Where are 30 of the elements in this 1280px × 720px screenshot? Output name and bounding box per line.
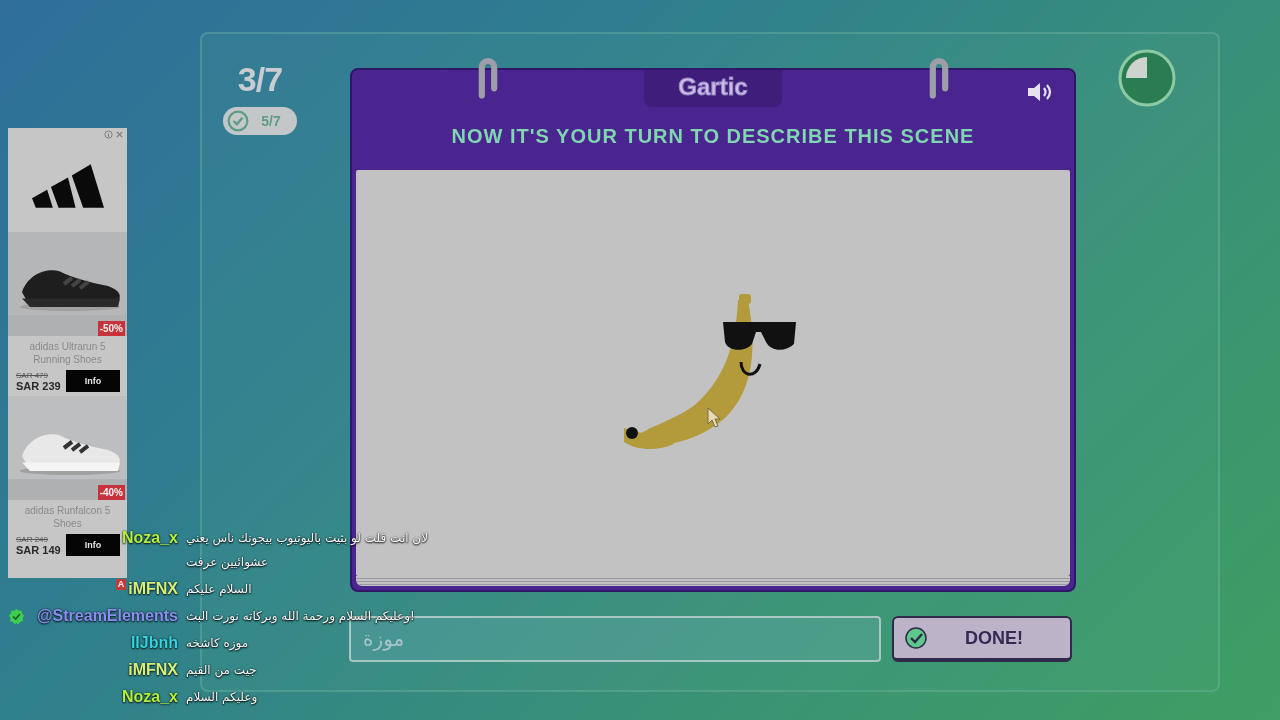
instruction-title: NOW IT'S YOUR TURN TO DESCRIBE THIS SCENE [451, 125, 975, 148]
discount-tag: -50% [97, 321, 125, 336]
chat-message: جيت من القيم [186, 662, 257, 680]
done-count: 5/7 [261, 113, 281, 129]
price: SAR 149 [16, 543, 61, 556]
cursor-icon [707, 407, 721, 428]
chat-message: وعليكم السلام [186, 689, 258, 707]
info-button[interactable]: Info [66, 534, 120, 556]
check-icon [227, 110, 250, 132]
product-name: adidas Runfalcon 5 Shoes [23, 504, 112, 531]
stripes-logo-icon [31, 164, 104, 208]
logo: Gartic [678, 73, 748, 100]
chat-username: IIJbnh [130, 633, 178, 653]
price: SAR 239 [16, 379, 61, 392]
round-counter: 3/7 [237, 60, 283, 99]
chat-username: Noza_x [121, 687, 178, 707]
chat-username: iMFNX [128, 660, 178, 680]
check-icon [904, 626, 928, 650]
old-price: SAR 249 [16, 534, 50, 544]
chat-message: موزه كاشخه [186, 635, 249, 653]
discount-tag: -40% [97, 485, 125, 500]
chat-message: السلام عليكم [186, 581, 252, 598]
chat-username: iMFNX [128, 579, 178, 599]
chat-username: @StreamElements [37, 606, 178, 626]
user-badge: A [115, 579, 127, 590]
info-button[interactable]: Info [66, 370, 120, 392]
done-button[interactable]: DONE! [892, 616, 1072, 662]
close-icon[interactable] [115, 130, 124, 139]
old-price: SAR 479 [16, 370, 50, 380]
info-icon[interactable] [104, 130, 113, 139]
